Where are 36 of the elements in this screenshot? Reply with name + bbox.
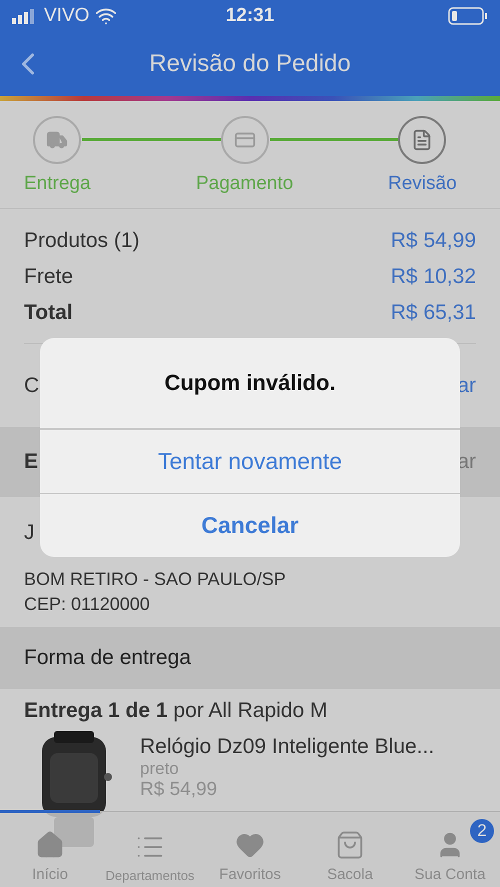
truck-icon	[46, 129, 68, 151]
tab-item[interactable]: Departamentos	[100, 810, 200, 887]
battery-icon	[448, 6, 488, 26]
dialog-title: Cupom inválido.	[40, 338, 460, 429]
tab-item[interactable]: Sacola	[300, 810, 400, 887]
count-badge: 2	[470, 819, 494, 843]
address-line: BOM RETIRO - SAO PAULO/SP	[24, 569, 286, 590]
step-label: Pagamento	[196, 173, 294, 195]
step-label: Entrega	[24, 173, 91, 195]
recipient-name: J	[24, 521, 34, 545]
bag-icon	[335, 830, 365, 860]
dialog-button[interactable]: Tentar novamente	[40, 429, 460, 493]
tab-item[interactable]: Início	[0, 810, 100, 887]
summary-label: Produtos (1)	[24, 229, 140, 253]
home-icon	[35, 830, 65, 860]
tab-item[interactable]: Sua Conta 2	[400, 810, 500, 887]
document-icon	[411, 129, 434, 151]
row-label: C	[24, 374, 40, 398]
page-title: Revisão do Pedido	[149, 50, 351, 78]
product-variant: preto	[140, 759, 180, 779]
section-title: E	[24, 450, 38, 474]
product-price: R$ 54,99	[140, 779, 218, 801]
delivery-text: Entrega 1 de 1 por All Rapido M	[23, 698, 328, 724]
summary-value: R$ 65,31	[390, 301, 476, 325]
summary-label: Frete	[24, 265, 74, 289]
product-title: Relógio Dz09 Inteligente Blue...	[140, 735, 434, 759]
postal-code: CEP: 01120000	[24, 594, 150, 615]
summary-value: R$ 54,99	[390, 229, 476, 253]
section-title: Forma de entrega	[0, 627, 500, 689]
step-label: Revisão	[388, 173, 457, 195]
summary-label: Total	[24, 301, 73, 325]
summary-value: R$ 10,32	[390, 265, 476, 289]
dialog-button[interactable]: Cancelar	[40, 493, 460, 557]
carrier-name: VIVO	[44, 5, 90, 27]
tab-item[interactable]: Favoritos	[200, 810, 300, 887]
clock-time: 12:31	[226, 5, 274, 27]
